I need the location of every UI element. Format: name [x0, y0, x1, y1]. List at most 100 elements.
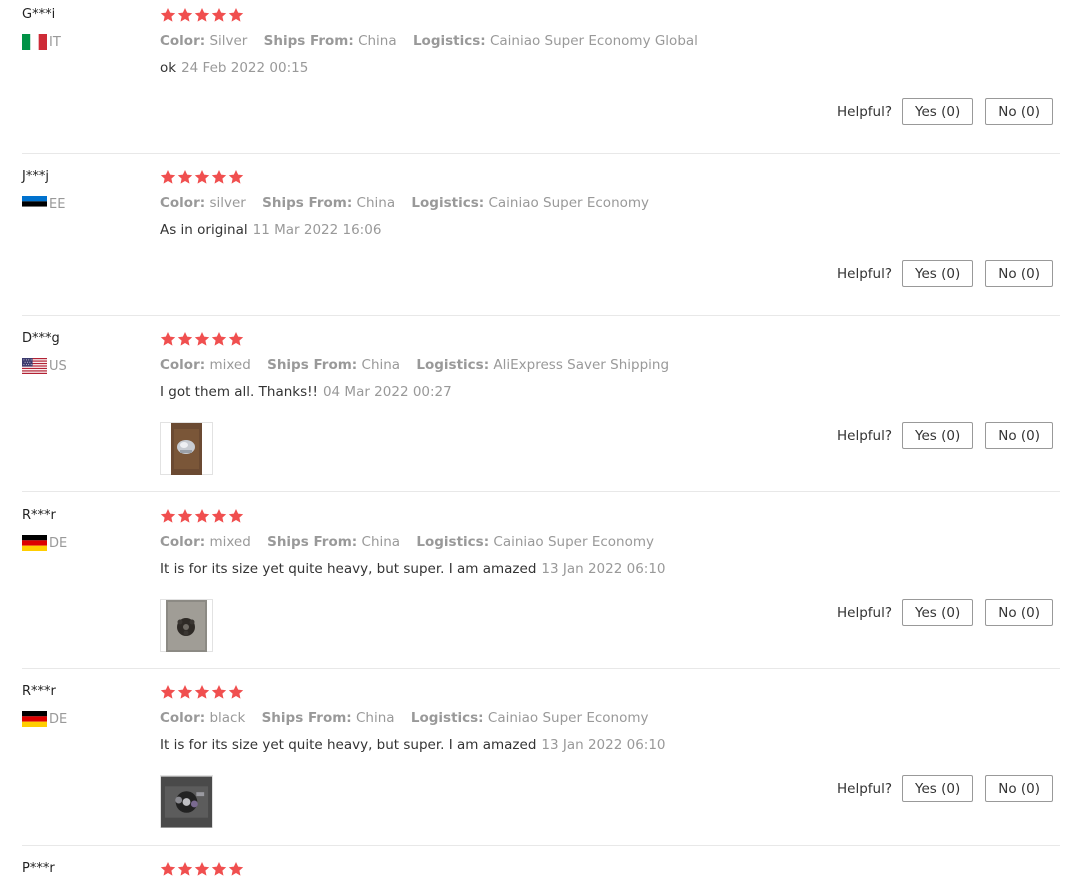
star-icon [211, 170, 227, 184]
helpful-label: Helpful? [836, 103, 892, 120]
logistics-value: Cainiao Super Economy [493, 534, 654, 550]
star-icon [177, 685, 193, 699]
ships-from-label: Ships From: [261, 710, 352, 726]
star-rating [160, 7, 244, 23]
logistics-label: Logistics: [410, 710, 484, 726]
star-icon [160, 170, 176, 184]
review-photo-image [166, 599, 207, 652]
reviews-list: G***i IT Color: Silver Ships From: China… [0, 0, 1070, 883]
star-icon [211, 8, 227, 22]
review-text: It is for its size yet quite heavy, but … [160, 737, 666, 753]
country-code: EE [49, 196, 66, 212]
ships-from-label: Ships From: [263, 33, 354, 49]
star-icon [211, 332, 227, 346]
color-value: mixed [209, 357, 251, 373]
color-label: Color: [160, 195, 206, 211]
star-icon [177, 8, 193, 22]
helpful-no-button[interactable]: No (0) [985, 98, 1053, 125]
star-icon [160, 8, 176, 22]
germany-flag-icon [22, 535, 47, 551]
helpful-label: Helpful? [836, 427, 892, 444]
review-item: R***r DE Color: mixed Ships From: China … [22, 501, 1060, 669]
ships-from-label: Ships From: [262, 195, 353, 211]
logistics-value: AliExpress Saver Shipping [493, 357, 670, 373]
logistics-value: Cainiao Super Economy Global [489, 33, 698, 49]
helpful-no-button[interactable]: No (0) [985, 422, 1053, 449]
ships-from-value: China [358, 33, 397, 49]
star-icon [177, 332, 193, 346]
review-item: D***g US Color: mixed Ships From: China … [22, 324, 1060, 492]
color-value: mixed [209, 534, 251, 550]
helpful-label: Helpful? [836, 604, 892, 621]
reviewer-name: P***r [22, 861, 55, 876]
usa-flag-icon [22, 358, 47, 374]
helpful-no-button[interactable]: No (0) [985, 775, 1053, 802]
review-text: As in original 11 Mar 2022 16:06 [160, 222, 381, 238]
star-icon [228, 170, 244, 184]
logistics-label: Logistics: [416, 534, 490, 550]
feedback-text: It is for its size yet quite heavy, but … [160, 737, 537, 753]
ships-from-value: China [361, 534, 401, 550]
reviewer-name: R***r [22, 684, 56, 699]
star-icon [211, 862, 227, 876]
star-icon [194, 685, 210, 699]
star-icon [177, 862, 193, 876]
star-rating [160, 331, 244, 347]
helpful-label: Helpful? [836, 265, 892, 282]
review-photo-thumbnail[interactable] [160, 422, 213, 475]
helpful-label: Helpful? [836, 780, 892, 797]
sku-attributes: Color: mixed Ships From: China Logistics… [160, 534, 666, 550]
logistics-label: Logistics: [411, 195, 485, 211]
country-code: DE [49, 711, 68, 727]
estonia-flag-icon [22, 196, 47, 212]
helpful-yes-button[interactable]: Yes (0) [902, 98, 974, 125]
color-value: silver [209, 195, 246, 211]
helpful-yes-button[interactable]: Yes (0) [902, 775, 974, 802]
helpful-vote: Helpful? Yes (0) No (0) [837, 599, 1053, 626]
color-label: Color: [160, 534, 206, 550]
sku-attributes: Color: black Ships From: China Logistics… [160, 710, 660, 726]
country-code: IT [49, 34, 61, 50]
star-icon [160, 332, 176, 346]
helpful-yes-button[interactable]: Yes (0) [902, 260, 974, 287]
reviewer-name: R***r [22, 508, 56, 523]
star-rating [160, 508, 244, 524]
reviewer-name: G***i [22, 7, 56, 22]
reviewer-country: DE [22, 535, 67, 551]
helpful-no-button[interactable]: No (0) [985, 599, 1053, 626]
logistics-label: Logistics: [416, 357, 490, 373]
star-icon [177, 170, 193, 184]
italy-flag-icon [22, 34, 47, 50]
sku-attributes: Color: silver Ships From: China Logistic… [160, 195, 661, 211]
helpful-yes-button[interactable]: Yes (0) [902, 422, 974, 449]
reviewer-country: IT [22, 34, 61, 50]
review-photo-thumbnail[interactable] [160, 599, 213, 652]
star-icon [194, 332, 210, 346]
review-photo-thumbnail[interactable] [160, 775, 213, 828]
logistics-label: Logistics: [412, 33, 486, 49]
review-date: 24 Feb 2022 00:15 [181, 60, 309, 76]
color-label: Color: [160, 357, 206, 373]
helpful-yes-button[interactable]: Yes (0) [902, 599, 974, 626]
helpful-vote: Helpful? Yes (0) No (0) [837, 98, 1053, 125]
sku-attributes: Color: mixed Ships From: China Logistics… [160, 357, 681, 373]
star-icon [194, 509, 210, 523]
review-item: G***i IT Color: Silver Ships From: China… [22, 0, 1060, 154]
reviewer-name: J***j [22, 169, 49, 184]
ships-from-label: Ships From: [267, 534, 358, 550]
country-code: DE [49, 535, 68, 551]
helpful-vote: Helpful? Yes (0) No (0) [837, 775, 1053, 802]
helpful-no-button[interactable]: No (0) [985, 260, 1053, 287]
feedback-text: ok [160, 60, 177, 76]
star-icon [228, 862, 244, 876]
star-icon [177, 509, 193, 523]
feedback-text: It is for its size yet quite heavy, but … [160, 561, 537, 577]
star-icon [194, 170, 210, 184]
review-date: 13 Jan 2022 06:10 [541, 561, 666, 577]
feedback-text: As in original [160, 222, 248, 238]
star-icon [228, 332, 244, 346]
reviewer-country: EE [22, 196, 65, 212]
review-item: J***j EE Color: silver Ships From: China… [22, 162, 1060, 316]
star-icon [228, 8, 244, 22]
review-item: R***r DE Color: black Ships From: China … [22, 677, 1060, 846]
